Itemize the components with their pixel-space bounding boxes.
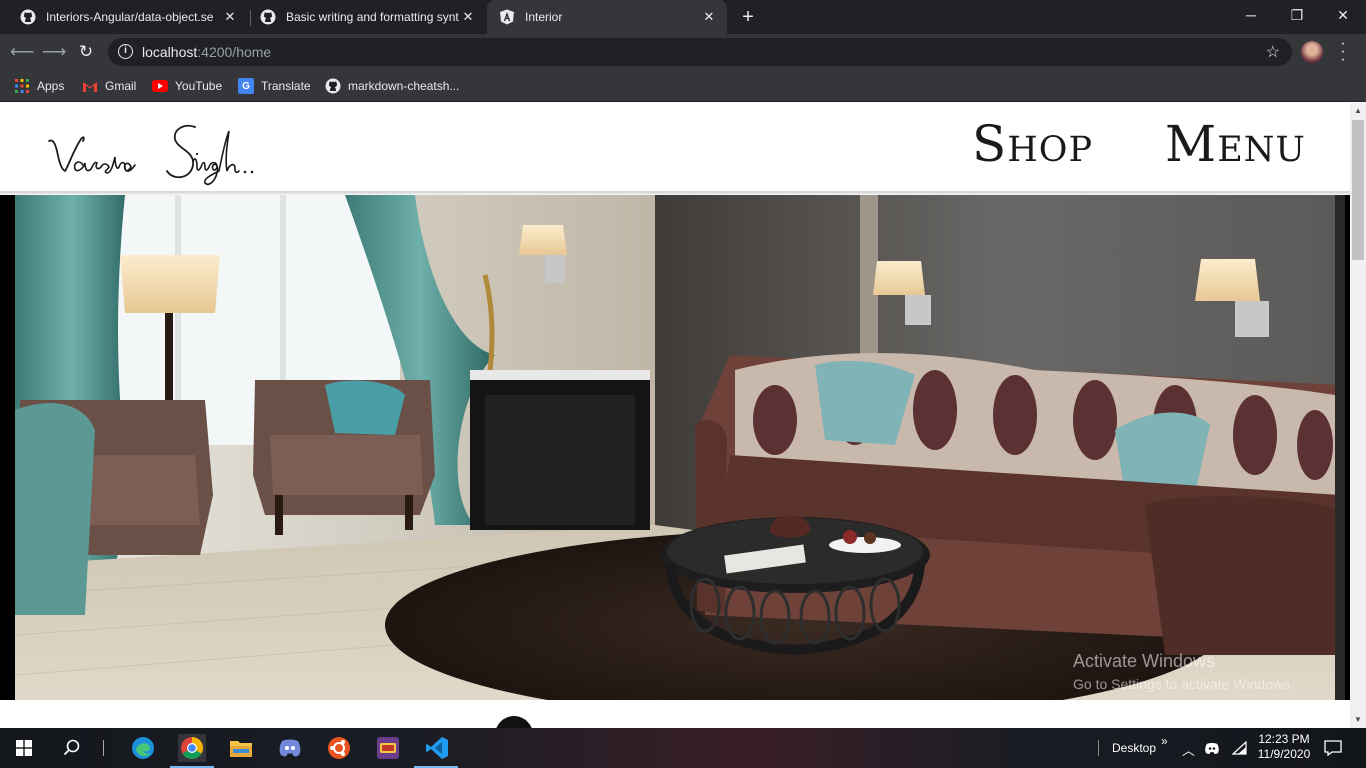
bookmark-gmail[interactable]: Gmail [82, 77, 136, 95]
gmail-icon [82, 78, 98, 94]
web-page: Shop Menu Activate Windows Go to Setting… [0, 103, 1350, 728]
discord-icon[interactable] [276, 734, 304, 762]
discord-tray-icon[interactable] [1201, 734, 1223, 762]
chrome-icon[interactable] [178, 734, 206, 762]
address-bar[interactable]: i localhost:4200/home ☆ [108, 38, 1292, 66]
maximize-button[interactable]: ❐ [1274, 0, 1320, 30]
bookmark-label: Apps [37, 79, 65, 93]
taskbar-divider [1098, 740, 1099, 756]
watermark-subtitle: Go to Settings to activate Windows. [1073, 676, 1294, 692]
windows-start-icon[interactable] [10, 734, 38, 762]
vscode-icon[interactable] [423, 734, 451, 762]
tab-title: Basic writing and formatting synt [286, 10, 459, 24]
url-text[interactable]: localhost:4200/home [142, 44, 271, 60]
reload-icon[interactable]: ↻ [74, 40, 98, 64]
tab-data-object[interactable]: Interiors-Angular/data-object.se ✕ [8, 0, 248, 34]
page-content-below-hero [0, 700, 1350, 728]
github-icon [20, 9, 36, 25]
minimize-button[interactable]: ─ [1228, 0, 1274, 30]
close-window-button[interactable]: ✕ [1320, 0, 1366, 30]
watermark-title: Activate Windows [1073, 651, 1216, 671]
edge-icon[interactable] [129, 734, 157, 762]
tab-interior[interactable]: Interior ✕ [487, 0, 727, 34]
close-tab-icon[interactable]: ✕ [701, 9, 717, 25]
hero-banner [0, 195, 1350, 700]
windows-activation-watermark: Activate Windows Go to Settings to activ… [1073, 651, 1294, 692]
close-tab-icon[interactable]: ✕ [222, 9, 238, 25]
chrome-menu-icon[interactable]: · · · [1338, 36, 1348, 68]
desktop-toolbar-label[interactable]: Desktop [1112, 741, 1156, 755]
angular-icon [499, 9, 515, 25]
url-path: :4200/home [197, 44, 272, 60]
forward-arrow-icon[interactable]: ⟶ [42, 40, 66, 64]
github-icon [325, 78, 341, 94]
game-app-icon[interactable] [374, 734, 402, 762]
clock-date: 11/9/2020 [1257, 747, 1311, 761]
bookmark-translate[interactable]: G Translate [238, 77, 311, 95]
nav-shop-link[interactable]: Shop [972, 115, 1093, 173]
bookmark-markdown-cheatsheet[interactable]: markdown-cheatsh... [325, 77, 459, 95]
close-tab-icon[interactable]: ✕ [460, 9, 476, 25]
github-icon [260, 9, 276, 25]
hero-living-room-image [15, 195, 1345, 700]
google-translate-icon: G [238, 78, 254, 94]
bookmark-star-icon[interactable]: ☆ [1266, 42, 1280, 62]
scroll-up-arrow-icon[interactable]: ▲ [1350, 103, 1366, 119]
toolbar-overflow-icon[interactable]: » [1161, 734, 1168, 748]
file-explorer-icon[interactable] [227, 734, 255, 762]
bookmarks-bar: Apps Gmail YouTube G Translate markdown-… [0, 70, 1366, 102]
scrollbar-thumb[interactable] [1352, 120, 1364, 260]
nav-menu-link[interactable]: Menu [1165, 115, 1306, 173]
site-logo[interactable] [45, 121, 290, 189]
bookmark-label: Gmail [105, 79, 137, 93]
apps-grid-icon [14, 78, 30, 94]
bookmark-label: markdown-cheatsh... [348, 79, 460, 93]
show-hidden-icons-icon[interactable]: ︿ [1182, 740, 1195, 759]
system-clock[interactable]: 12:23 PM 11/9/2020 [1256, 732, 1312, 762]
bookmark-youtube[interactable]: YouTube [152, 77, 222, 95]
profile-avatar[interactable] [1301, 41, 1323, 63]
clock-time: 12:23 PM [1258, 732, 1310, 746]
tab-formatting-syntax[interactable]: Basic writing and formatting synt ✕ [248, 0, 486, 34]
scroll-down-arrow-icon[interactable]: ▼ [1350, 712, 1366, 728]
windows-taskbar: Desktop » ︿ 12:23 PM 11/9/2020 [0, 728, 1366, 768]
site-header: Shop Menu [0, 103, 1350, 193]
notification-center-icon[interactable] [1320, 734, 1346, 762]
bookmark-label: YouTube [175, 79, 223, 93]
youtube-icon [152, 78, 168, 94]
url-host: localhost [142, 44, 198, 60]
tab-strip: Interiors-Angular/data-object.se ✕ Basic… [0, 0, 1366, 34]
info-icon[interactable]: i [118, 44, 133, 59]
back-arrow-icon[interactable]: ⟵ [10, 40, 34, 64]
search-icon[interactable] [58, 734, 86, 762]
taskbar-divider [103, 740, 104, 756]
wifi-icon[interactable] [1229, 734, 1251, 762]
bookmark-label: Translate [261, 79, 311, 93]
tab-title: Interiors-Angular/data-object.se [46, 10, 214, 24]
browser-toolbar: ⟵ ⟶ ↻ i localhost:4200/home ☆ [0, 34, 1366, 70]
tab-title: Interior [525, 10, 563, 24]
page-scrollbar[interactable]: ▲ ▼ [1350, 103, 1366, 728]
new-tab-button[interactable]: + [737, 6, 759, 28]
ubuntu-icon[interactable] [325, 734, 353, 762]
bookmark-apps[interactable]: Apps [14, 77, 64, 95]
